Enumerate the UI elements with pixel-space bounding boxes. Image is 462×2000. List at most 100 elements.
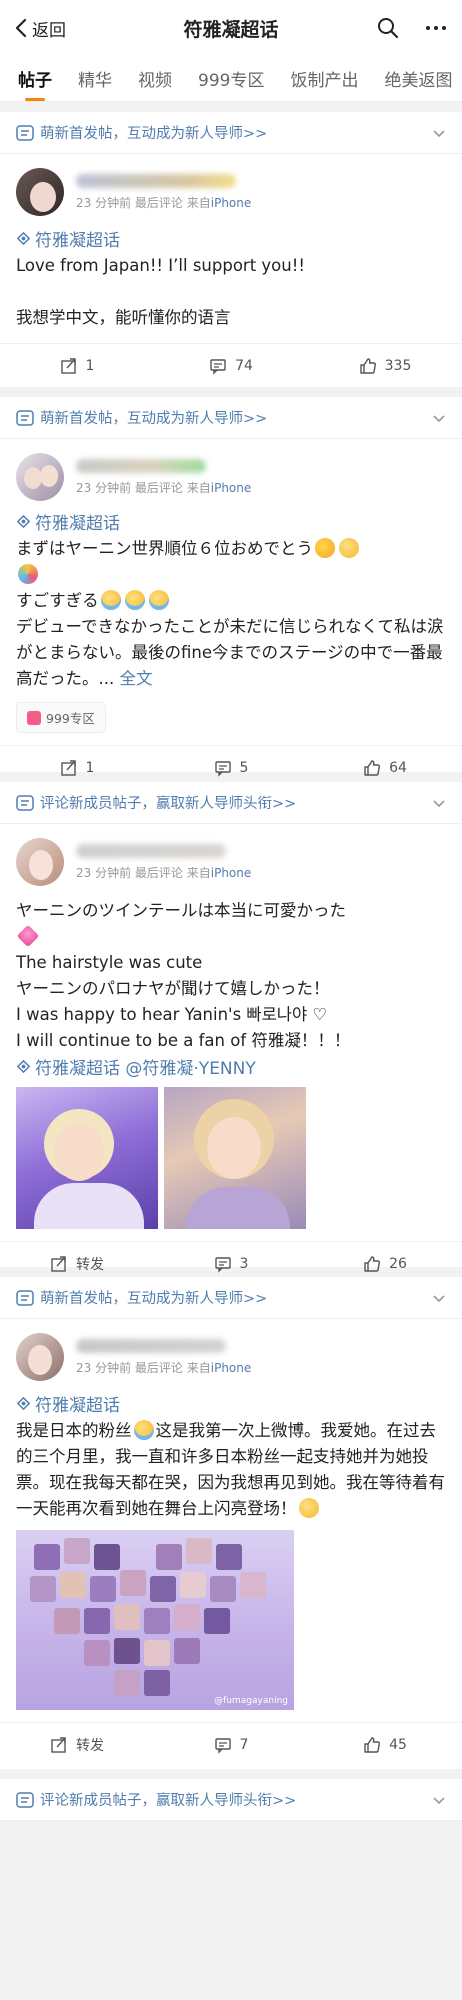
tab-featured[interactable]: 精华 xyxy=(78,66,112,91)
sparkling-heart-emoji-icon xyxy=(16,924,40,948)
banner-text: 评论新成员帖子，赢取新人导师头衔>> xyxy=(40,1793,297,1809)
post-meta: 23 分钟前 最后评论 来自iPhone xyxy=(76,480,252,495)
post-actions: 转发 7 45 xyxy=(0,1722,462,1767)
post-image[interactable] xyxy=(164,1087,306,1229)
comment-button[interactable]: 7 xyxy=(154,1736,308,1754)
diamond-topic-icon xyxy=(16,514,31,529)
banner-text: 评论新成员帖子，赢取新人导师头衔>> xyxy=(40,796,297,812)
read-more-link[interactable]: 全文 xyxy=(120,669,153,688)
chevron-down-icon[interactable] xyxy=(432,1291,446,1305)
post-text: まずはヤーニン世界順位６位おめでとう すごすぎる デビューできなかったことが未だ… xyxy=(16,538,444,688)
chevron-down-icon[interactable] xyxy=(432,796,446,810)
username-blurred[interactable] xyxy=(76,458,206,473)
post-card: 23 分钟前 最后评论 来自iPhone ヤーニンのツインテールは本当に可愛かっ… xyxy=(0,824,462,1273)
post-text: ヤーニンのツインテールは本当に可愛かった The hairstyle was c… xyxy=(16,901,351,1050)
newbie-badge-icon xyxy=(16,1289,34,1306)
comment-icon xyxy=(214,1738,231,1754)
comment-badge-icon xyxy=(16,794,34,811)
repost-button[interactable]: 转发 xyxy=(0,1735,154,1755)
chevron-down-icon[interactable] xyxy=(432,411,446,425)
comment-icon xyxy=(210,359,226,375)
username-blurred[interactable] xyxy=(76,1338,226,1353)
tab-photos[interactable]: 绝美返图 xyxy=(384,66,452,91)
gift-icon xyxy=(27,710,41,725)
pleading-emoji-icon xyxy=(298,1498,319,1518)
like-button[interactable]: 26 xyxy=(308,1255,462,1273)
topic-link[interactable]: 符雅凝超话 xyxy=(16,226,446,251)
banner-text: 萌新首发帖，互动成为新人导师>> xyxy=(40,126,268,142)
image-grid xyxy=(16,1087,446,1229)
topic-link[interactable]: 符雅凝超话 @符雅凝·YENNY xyxy=(16,1054,446,1079)
tab-bar: 帖子 精华 视频 999专区 饭制产出 绝美返图 xyxy=(0,56,462,102)
topic-link[interactable]: 符雅凝超话 xyxy=(16,1391,446,1416)
repost-button[interactable]: 1 xyxy=(0,357,154,375)
image-watermark: @fumagayaning xyxy=(214,1696,288,1706)
crying-emoji-icon xyxy=(148,590,169,610)
thumbs-up-icon xyxy=(364,760,381,776)
diamond-topic-icon xyxy=(16,231,31,246)
like-button[interactable]: 335 xyxy=(308,357,462,375)
post-card: 23 分钟前 最后评论 来自iPhone 符雅凝超话 Love from Jap… xyxy=(0,154,462,387)
chevron-left-icon xyxy=(15,18,27,38)
repost-button[interactable]: 转发 xyxy=(0,1254,154,1274)
repost-icon xyxy=(51,1737,66,1753)
banner-text: 萌新首发帖，互动成为新人导师>> xyxy=(40,411,268,427)
top-bar: 返回 符雅凝超话 xyxy=(0,0,462,56)
like-button[interactable]: 45 xyxy=(308,1736,462,1754)
zone-tag[interactable]: 999专区 xyxy=(16,702,106,733)
avatar[interactable] xyxy=(16,453,64,501)
post-banner[interactable]: 萌新首发帖，互动成为新人导师>> xyxy=(0,1277,462,1319)
chevron-down-icon[interactable] xyxy=(432,1793,446,1807)
search-icon[interactable] xyxy=(376,16,400,40)
avatar[interactable] xyxy=(16,1333,64,1381)
username-blurred[interactable] xyxy=(76,843,226,858)
post-image[interactable] xyxy=(16,1087,158,1229)
like-button[interactable]: 64 xyxy=(308,759,462,777)
post-banner[interactable]: 萌新首发帖，互动成为新人导师>> xyxy=(0,397,462,439)
more-icon[interactable] xyxy=(424,16,448,40)
back-label: 返回 xyxy=(32,20,66,41)
repost-button[interactable]: 1 xyxy=(0,759,154,777)
comment-button[interactable]: 74 xyxy=(154,357,308,375)
tab-fan-made[interactable]: 饭制产出 xyxy=(290,66,358,91)
post-banner[interactable]: 评论新成员帖子，赢取新人导师头衔>> xyxy=(0,1779,462,1821)
post-banner[interactable]: 评论新成员帖子，赢取新人导师头衔>> xyxy=(0,782,462,824)
thumbs-up-icon xyxy=(364,1737,381,1753)
post-card: 23 分钟前 最后评论 来自iPhone 符雅凝超话 我是日本的粉丝 这是我第一次… xyxy=(0,1319,462,1769)
repost-icon xyxy=(60,760,76,776)
newbie-badge-icon xyxy=(16,124,34,141)
newbie-badge-icon xyxy=(16,409,34,426)
party-face-emoji-icon xyxy=(315,538,335,558)
banner-text: 萌新首发帖，互动成为新人导师>> xyxy=(40,1291,268,1307)
clap-emoji-icon xyxy=(339,538,359,558)
tab-999-zone[interactable]: 999专区 xyxy=(198,66,264,91)
post-text: 我是日本的粉丝 这是我第一次上微博。我爱她。在过去的三个月里，我一直和许多日本粉丝… xyxy=(16,1420,445,1518)
avatar[interactable] xyxy=(16,168,64,216)
crying-emoji-icon xyxy=(100,590,121,610)
tab-videos[interactable]: 视频 xyxy=(138,66,172,91)
comment-button[interactable]: 5 xyxy=(154,759,308,777)
crying-emoji-icon xyxy=(124,590,145,610)
post-text: Love from Japan!! I’ll support you!! 我想学… xyxy=(16,256,305,327)
comment-badge-icon xyxy=(16,1791,34,1808)
back-button[interactable]: 返回 xyxy=(14,16,66,41)
thumbs-up-icon xyxy=(359,358,376,374)
post-actions: 1 74 335 xyxy=(0,343,462,388)
diamond-topic-icon xyxy=(16,1396,31,1411)
post-image-collage[interactable]: @fumagayaning xyxy=(16,1530,294,1710)
repost-icon xyxy=(51,1256,66,1272)
comment-button[interactable]: 3 xyxy=(154,1255,308,1273)
username-blurred[interactable] xyxy=(76,173,236,188)
post-banner[interactable]: 萌新首发帖，互动成为新人导师>> xyxy=(0,112,462,154)
post-meta: 23 分钟前 最后评论 来自iPhone xyxy=(76,195,252,210)
diamond-topic-icon xyxy=(16,1059,31,1074)
thumbs-up-icon xyxy=(364,1256,381,1272)
chevron-down-icon[interactable] xyxy=(432,126,446,140)
crying-emoji-icon xyxy=(133,1420,154,1440)
topic-link[interactable]: 符雅凝超话 xyxy=(16,509,446,534)
post-meta: 23 分钟前 最后评论 来自iPhone xyxy=(76,865,252,880)
repost-icon xyxy=(60,358,76,374)
confetti-emoji-icon xyxy=(18,564,38,584)
tab-posts[interactable]: 帖子 xyxy=(18,66,52,91)
avatar[interactable] xyxy=(16,838,64,886)
